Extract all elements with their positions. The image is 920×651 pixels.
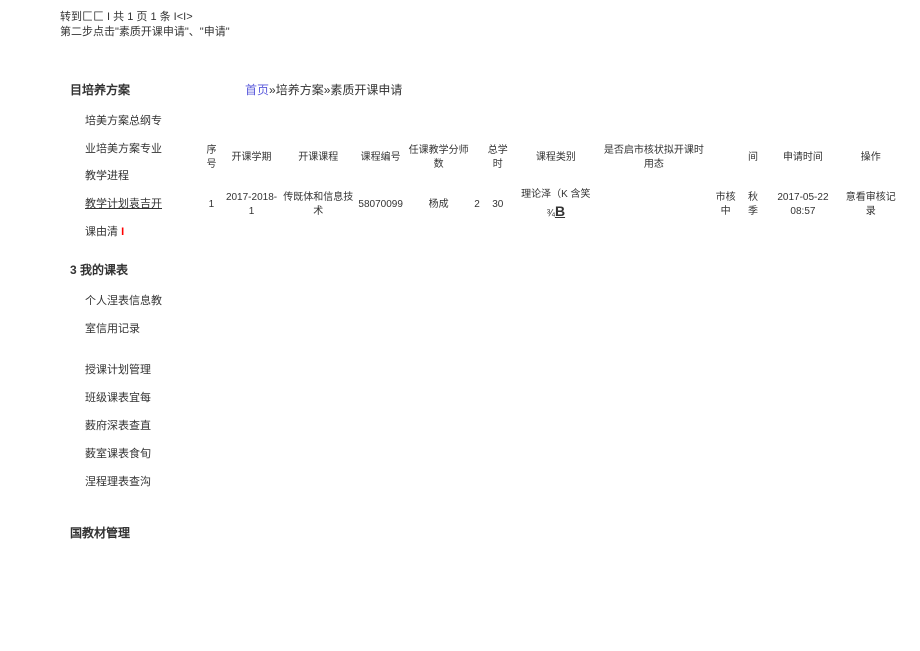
cell-enable <box>598 178 710 228</box>
breadcrumb: 首页»培养方案»素质开课申请 <box>200 81 900 98</box>
sidebar-item-plan-outline[interactable]: 培美方案总纲专 <box>85 108 200 136</box>
sidebar-item-class-schedule[interactable]: 班级课表宜每 <box>85 385 200 413</box>
red-marker-icon: I <box>121 226 124 238</box>
instruction-text: 转到匚匚 I 共 1 页 1 条 I<I> 第二步点击"素质开课申请"、"申请" <box>0 0 920 41</box>
cell-action[interactable]: 意看审核记录 <box>841 178 900 228</box>
sidebar-item-teaching-progress[interactable]: 教学进程 <box>85 163 200 191</box>
cell-apply-time: 2017-05-22 08:57 <box>764 178 841 228</box>
th-code: 课程编号 <box>356 138 405 178</box>
sidebar-item-lesson-plan[interactable]: 授课计划管理 <box>85 357 200 385</box>
table-row: 1 2017-2018-1 传既体和信息技术 58070099 杨成 2 30 … <box>200 178 900 228</box>
breadcrumb-home[interactable]: 首页 <box>245 83 269 97</box>
th-semester: 开课学期 <box>223 138 280 178</box>
sidebar-item-room-schedule[interactable]: 薮室课表食旬 <box>85 441 200 469</box>
sidebar-section-schedule[interactable]: 3 我的课表 <box>70 261 200 278</box>
cell-type: 理论泽（K 含笑¾B <box>514 178 598 228</box>
cell-code: 58070099 <box>356 178 405 228</box>
table-header-row: 序号 开课学期 开课课程 课程编号 任课教学分师数 总学时 课程类别 是否启市核… <box>200 138 900 178</box>
th-time: 间 <box>742 138 765 178</box>
sidebar-item-plan-major[interactable]: 业培美方案专业 <box>85 136 200 164</box>
th-credit <box>472 138 482 178</box>
th-enable: 是否启市核状拟开课时用态 <box>598 138 710 178</box>
sidebar-item-personal-schedule[interactable]: 个人涅表信息教 <box>85 288 200 316</box>
sidebar-section-textbook[interactable]: 国教材管理 <box>70 524 200 541</box>
breadcrumb-level2: 素质开课申请 <box>330 83 402 97</box>
th-course: 开课课程 <box>280 138 356 178</box>
cell-semester: 2017-2018-1 <box>223 178 280 228</box>
th-apply-time: 申请时间 <box>764 138 841 178</box>
th-hours: 总学时 <box>482 138 514 178</box>
cell-seq: 1 <box>200 178 223 228</box>
cell-hours: 30 <box>482 178 514 228</box>
cell-status: 市核中 <box>710 178 742 228</box>
th-status <box>710 138 742 178</box>
th-action: 操作 <box>841 138 900 178</box>
th-teacher: 任课教学分师数 <box>405 138 472 178</box>
sidebar-item-room-record[interactable]: 室信用记录 <box>85 316 200 344</box>
cell-course: 传既体和信息技术 <box>280 178 356 228</box>
main-container: 目培养方案 培美方案总纲专 业培美方案专业 教学进程 教学计划袁吉开 课由清 I… <box>0 41 920 552</box>
th-seq: 序号 <box>200 138 223 178</box>
sidebar-item-course-query[interactable]: 涅程理表查沟 <box>85 469 200 497</box>
type-b-marker: B <box>555 203 565 219</box>
cell-credit: 2 <box>472 178 482 228</box>
application-table: 序号 开课学期 开课课程 课程编号 任课教学分师数 总学时 课程类别 是否启市核… <box>200 138 900 228</box>
sidebar-section-training[interactable]: 目培养方案 <box>70 81 200 98</box>
sidebar: 目培养方案 培美方案总纲专 业培美方案专业 教学进程 教学计划袁吉开 课由清 I… <box>0 81 200 552</box>
cell-teacher: 杨成 <box>405 178 472 228</box>
sidebar-item-course-apply[interactable]: 课由清 I <box>85 219 200 247</box>
instruction-line1: 转到匚匚 I 共 1 页 1 条 I<I> <box>60 10 920 25</box>
cell-time: 秋季 <box>742 178 765 228</box>
sidebar-item-dept-schedule[interactable]: 薮府深表查直 <box>85 413 200 441</box>
breadcrumb-level1: 培养方案 <box>276 83 324 97</box>
sidebar-item-teaching-plan[interactable]: 教学计划袁吉开 <box>85 191 200 219</box>
main-content: 首页»培养方案»素质开课申请 序号 开课学期 开课课程 课程编号 任课教学分师数… <box>200 81 920 552</box>
instruction-line2: 第二步点击"素质开课申请"、"申请" <box>60 25 920 40</box>
th-type: 课程类别 <box>514 138 598 178</box>
